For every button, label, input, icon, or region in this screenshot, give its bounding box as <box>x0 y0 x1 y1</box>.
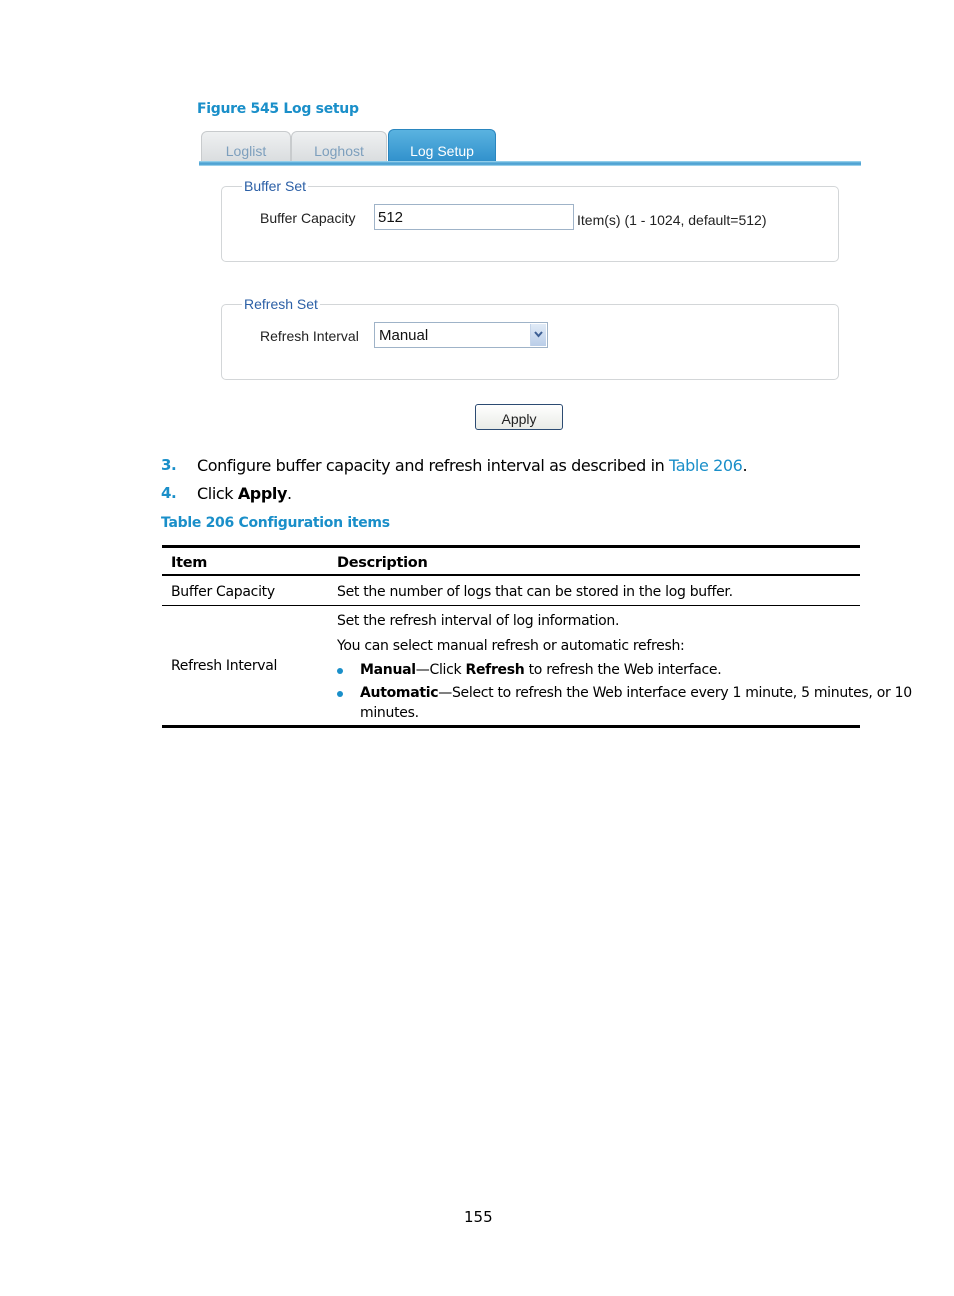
tab-loghost[interactable]: Loghost <box>291 131 387 163</box>
row-rule <box>162 605 860 606</box>
bullet-text: to refresh the Web interface. <box>524 662 722 678</box>
step-text-part: Click <box>197 484 238 503</box>
buffer-capacity-label: Buffer Capacity <box>260 210 356 226</box>
step-number: 3. <box>161 456 177 474</box>
step-bold-apply: Apply <box>237 484 288 503</box>
header-item: Item <box>171 555 208 571</box>
table-206-link[interactable]: Table 206 <box>669 456 743 475</box>
step-text-part: . <box>742 456 748 475</box>
step-text: Configure buffer capacity and refresh in… <box>197 456 748 475</box>
figure-caption: Figure 545 Log setup <box>197 101 359 117</box>
table-bottom-rule <box>162 725 860 728</box>
step-text-part: Configure buffer capacity and refresh in… <box>197 456 670 475</box>
tab-underline <box>199 161 861 166</box>
bullet-continuation: minutes. <box>360 705 419 721</box>
step-text: Click Apply. <box>197 484 292 503</box>
tab-bar: Loglist Loghost Log Setup <box>199 128 861 166</box>
bullet-text: —Click <box>415 662 466 678</box>
tab-loglist[interactable]: Loglist <box>201 131 291 163</box>
row-description: You can select manual refresh or automat… <box>337 638 685 654</box>
bullet-automatic: Automatic—Select to refresh the Web inte… <box>360 685 912 701</box>
bold-term: Manual <box>360 662 416 678</box>
bullet-manual: Manual—Click Refresh to refresh the Web … <box>360 662 722 678</box>
buffer-capacity-hint: Item(s) (1 - 1024, default=512) <box>577 212 767 228</box>
bullet-text: —Select to refresh the Web interface eve… <box>438 685 912 701</box>
bullet-icon <box>337 691 343 697</box>
row-description: Set the number of logs that can be store… <box>337 584 733 600</box>
step-number: 4. <box>161 484 177 502</box>
header-rule <box>162 574 860 576</box>
apply-button[interactable]: Apply <box>475 404 563 430</box>
row-item: Buffer Capacity <box>171 584 275 600</box>
refresh-set-group: Refresh Set Refresh Interval Manual <box>221 296 839 380</box>
chevron-down-icon[interactable] <box>530 324 546 346</box>
row-item: Refresh Interval <box>171 658 278 674</box>
refresh-interval-select[interactable]: Manual <box>374 322 548 348</box>
table-caption: Table 206 Configuration items <box>161 515 390 531</box>
bold-term: Refresh <box>465 662 525 678</box>
bold-term: Automatic <box>360 685 439 701</box>
tab-log-setup[interactable]: Log Setup <box>388 129 496 163</box>
refresh-set-legend: Refresh Set <box>242 296 320 312</box>
page-number: 155 <box>464 1208 493 1226</box>
table-top-rule <box>162 545 860 548</box>
row-description: Set the refresh interval of log informat… <box>337 613 620 629</box>
log-setup-screenshot: Loglist Loghost Log Setup Buffer Set Buf… <box>199 128 861 438</box>
refresh-interval-label: Refresh Interval <box>260 328 359 344</box>
refresh-interval-value: Manual <box>379 327 429 344</box>
header-description: Description <box>337 555 428 571</box>
buffer-capacity-input[interactable] <box>374 204 574 230</box>
buffer-set-legend: Buffer Set <box>242 178 309 194</box>
bullet-icon <box>337 668 343 674</box>
buffer-set-group: Buffer Set Buffer Capacity Item(s) (1 - … <box>221 178 839 262</box>
step-text-part: . <box>287 484 292 503</box>
